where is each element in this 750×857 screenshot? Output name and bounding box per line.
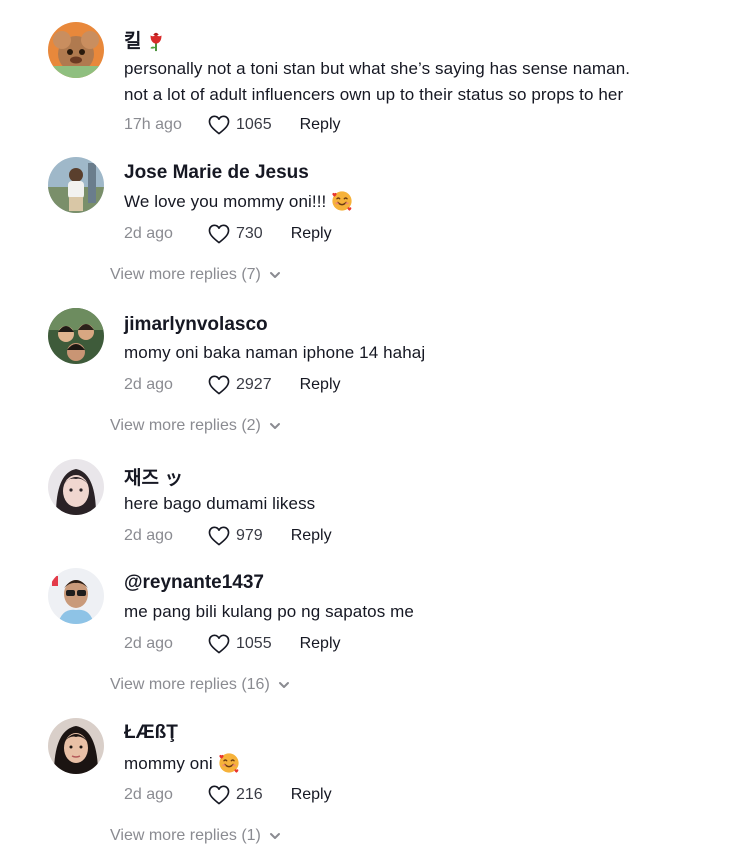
reply-button[interactable]: Reply: [300, 635, 341, 653]
reply-button[interactable]: Reply: [291, 225, 332, 243]
like-button[interactable]: 730: [208, 224, 263, 244]
comment-meta: 2d ago 730 Reply: [124, 222, 332, 246]
like-button[interactable]: 2927: [208, 375, 272, 395]
rose-icon: [145, 30, 167, 52]
heart-icon[interactable]: [208, 526, 230, 546]
like-button[interactable]: 1065: [208, 115, 272, 135]
comment-meta: 2d ago 2927 Reply: [124, 373, 341, 397]
view-more-replies[interactable]: View more replies (7): [110, 266, 282, 284]
comment-text-line: not a lot of adult influencers own up to…: [124, 85, 624, 104]
like-count: 730: [236, 225, 263, 242]
comment-username[interactable]: jimarlynvolasco: [124, 314, 268, 336]
comment-meta: 17h ago 1065 Reply: [124, 113, 341, 137]
heart-icon[interactable]: [208, 634, 230, 654]
avatar[interactable]: [48, 718, 104, 774]
heart-icon[interactable]: [208, 785, 230, 805]
comment-time: 2d ago: [124, 786, 173, 803]
comment-text: We love you mommy oni!!!: [124, 189, 724, 215]
avatar[interactable]: [48, 22, 104, 78]
like-count: 979: [236, 527, 263, 544]
reply-button[interactable]: Reply: [291, 527, 332, 545]
comment-text: here bago dumami likess: [124, 494, 316, 513]
avatar[interactable]: [48, 308, 104, 364]
like-button[interactable]: 979: [208, 526, 263, 546]
avatar[interactable]: [48, 459, 104, 515]
comment-time: 2d ago: [124, 635, 173, 652]
heart-icon[interactable]: [208, 375, 230, 395]
smiling-face-with-hearts-icon: [331, 190, 353, 212]
like-count: 1065: [236, 116, 272, 133]
comment-time: 17h ago: [124, 116, 182, 133]
view-more-replies[interactable]: View more replies (1): [110, 827, 282, 845]
like-count: 1055: [236, 635, 272, 652]
like-button[interactable]: 216: [208, 785, 263, 805]
avatar[interactable]: [48, 568, 104, 624]
chevron-down-icon: [268, 268, 282, 282]
comment-text: me pang bili kulang po ng sapatos me: [124, 602, 414, 621]
comment-meta: 2d ago 216 Reply: [124, 783, 332, 807]
chevron-down-icon: [277, 678, 291, 692]
smiling-face-with-hearts-icon: [218, 752, 240, 774]
comment-text: personally not a toni stan but what she’…: [124, 56, 724, 108]
comment-username[interactable]: 킬: [124, 26, 167, 53]
comment-text: mommy oni: [124, 751, 724, 777]
comment-text: momy oni baka naman iphone 14 hahaj: [124, 343, 426, 362]
chevron-down-icon: [268, 419, 282, 433]
view-more-replies[interactable]: View more replies (2): [110, 417, 282, 435]
reply-button[interactable]: Reply: [300, 376, 341, 394]
like-button[interactable]: 1055: [208, 634, 272, 654]
comment-time: 2d ago: [124, 376, 173, 393]
chevron-down-icon: [268, 829, 282, 843]
heart-icon[interactable]: [208, 224, 230, 244]
like-count: 216: [236, 786, 263, 803]
comment-meta: 2d ago 979 Reply: [124, 524, 332, 548]
comment-username[interactable]: @reynante1437: [124, 572, 264, 594]
comment-username[interactable]: 재즈 ッ: [124, 463, 183, 490]
avatar[interactable]: [48, 157, 104, 213]
reply-button[interactable]: Reply: [291, 786, 332, 804]
heart-icon[interactable]: [208, 115, 230, 135]
comment-time: 2d ago: [124, 527, 173, 544]
comment-meta: 2d ago 1055 Reply: [124, 632, 341, 656]
comment-text-line: personally not a toni stan but what she’…: [124, 59, 631, 78]
comment-username[interactable]: Jose Marie de Jesus: [124, 162, 309, 184]
view-more-replies[interactable]: View more replies (16): [110, 676, 291, 694]
comment-username[interactable]: ŁÆßŢ: [124, 722, 178, 744]
comment-time: 2d ago: [124, 225, 173, 242]
reply-button[interactable]: Reply: [300, 116, 341, 134]
like-count: 2927: [236, 376, 272, 393]
